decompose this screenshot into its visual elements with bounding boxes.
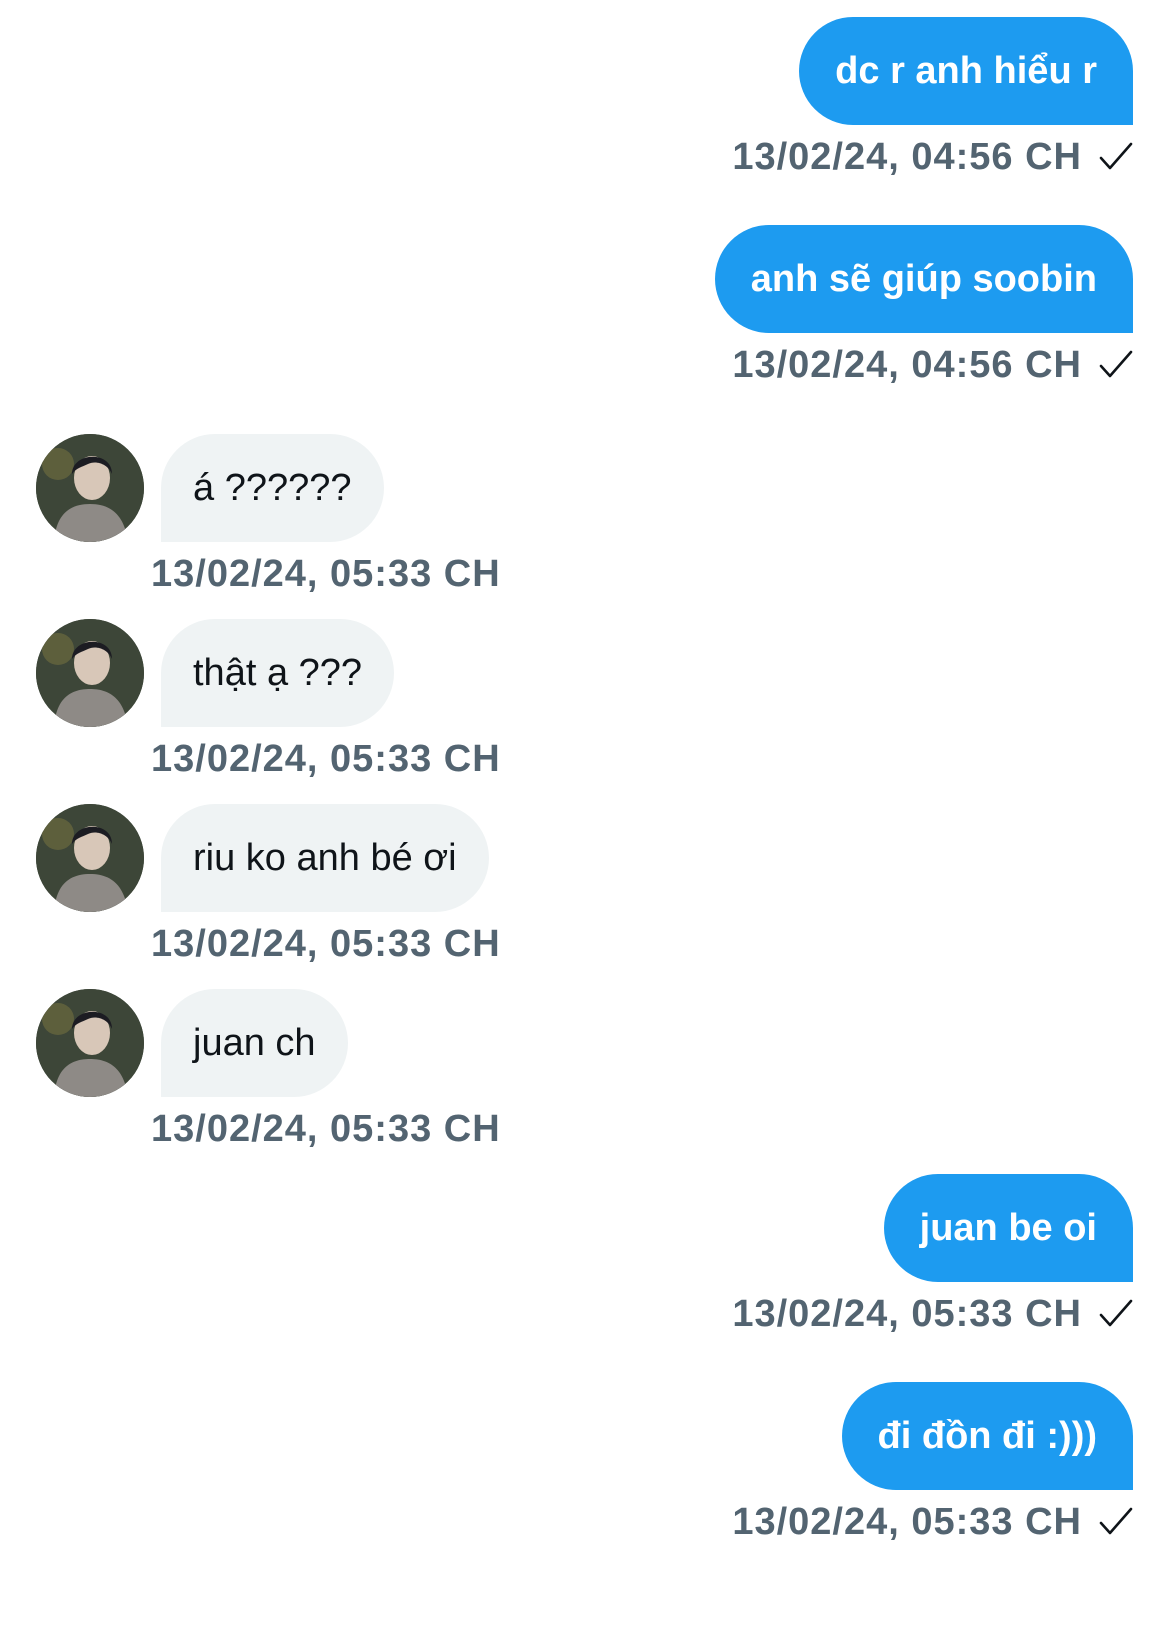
message-meta: 13/02/24, 05:33 CH (151, 731, 501, 787)
message-timestamp: 13/02/24, 05:33 CH (732, 1500, 1082, 1543)
avatar[interactable] (36, 619, 144, 727)
message-bubble-incoming[interactable]: juan ch (161, 989, 348, 1097)
message-timestamp: 13/02/24, 05:33 CH (151, 552, 501, 595)
message-thread: dc r anh hiểu r 13/02/24, 04:56 CH anh s… (0, 0, 1170, 1627)
avatar[interactable] (36, 989, 144, 1097)
message-timestamp: 13/02/24, 04:56 CH (732, 135, 1082, 178)
message-timestamp: 13/02/24, 05:33 CH (151, 737, 501, 780)
message-bubble-incoming[interactable]: á ?????? (161, 434, 384, 542)
message-bubble-incoming[interactable]: thật ạ ??? (161, 619, 395, 727)
message-meta: 13/02/24, 04:56 CH (732, 337, 1134, 393)
message-timestamp: 13/02/24, 04:56 CH (732, 343, 1082, 386)
message-timestamp: 13/02/24, 05:33 CH (151, 1107, 501, 1150)
message-timestamp: 13/02/24, 05:33 CH (732, 1292, 1082, 1335)
message-meta: 13/02/24, 05:33 CH (732, 1494, 1134, 1550)
message-bubble-outgoing[interactable]: dc r anh hiểu r (799, 17, 1133, 125)
message-timestamp: 13/02/24, 05:33 CH (151, 922, 501, 965)
avatar[interactable] (36, 434, 144, 542)
check-icon (1098, 349, 1134, 381)
message-meta: 13/02/24, 05:33 CH (151, 546, 501, 602)
check-icon (1098, 1506, 1134, 1538)
avatar[interactable] (36, 804, 144, 912)
message-meta: 13/02/24, 04:56 CH (732, 129, 1134, 185)
message-meta: 13/02/24, 05:33 CH (151, 916, 501, 972)
check-icon (1098, 141, 1134, 173)
message-meta: 13/02/24, 05:33 CH (732, 1286, 1134, 1342)
message-bubble-incoming[interactable]: riu ko anh bé ơi (161, 804, 489, 912)
message-bubble-outgoing[interactable]: juan be oi (883, 1174, 1133, 1282)
message-bubble-outgoing[interactable]: đi đồn đi :))) (841, 1382, 1133, 1490)
message-meta: 13/02/24, 05:33 CH (151, 1101, 501, 1157)
check-icon (1098, 1298, 1134, 1330)
message-bubble-outgoing[interactable]: anh sẽ giúp soobin (714, 225, 1133, 333)
